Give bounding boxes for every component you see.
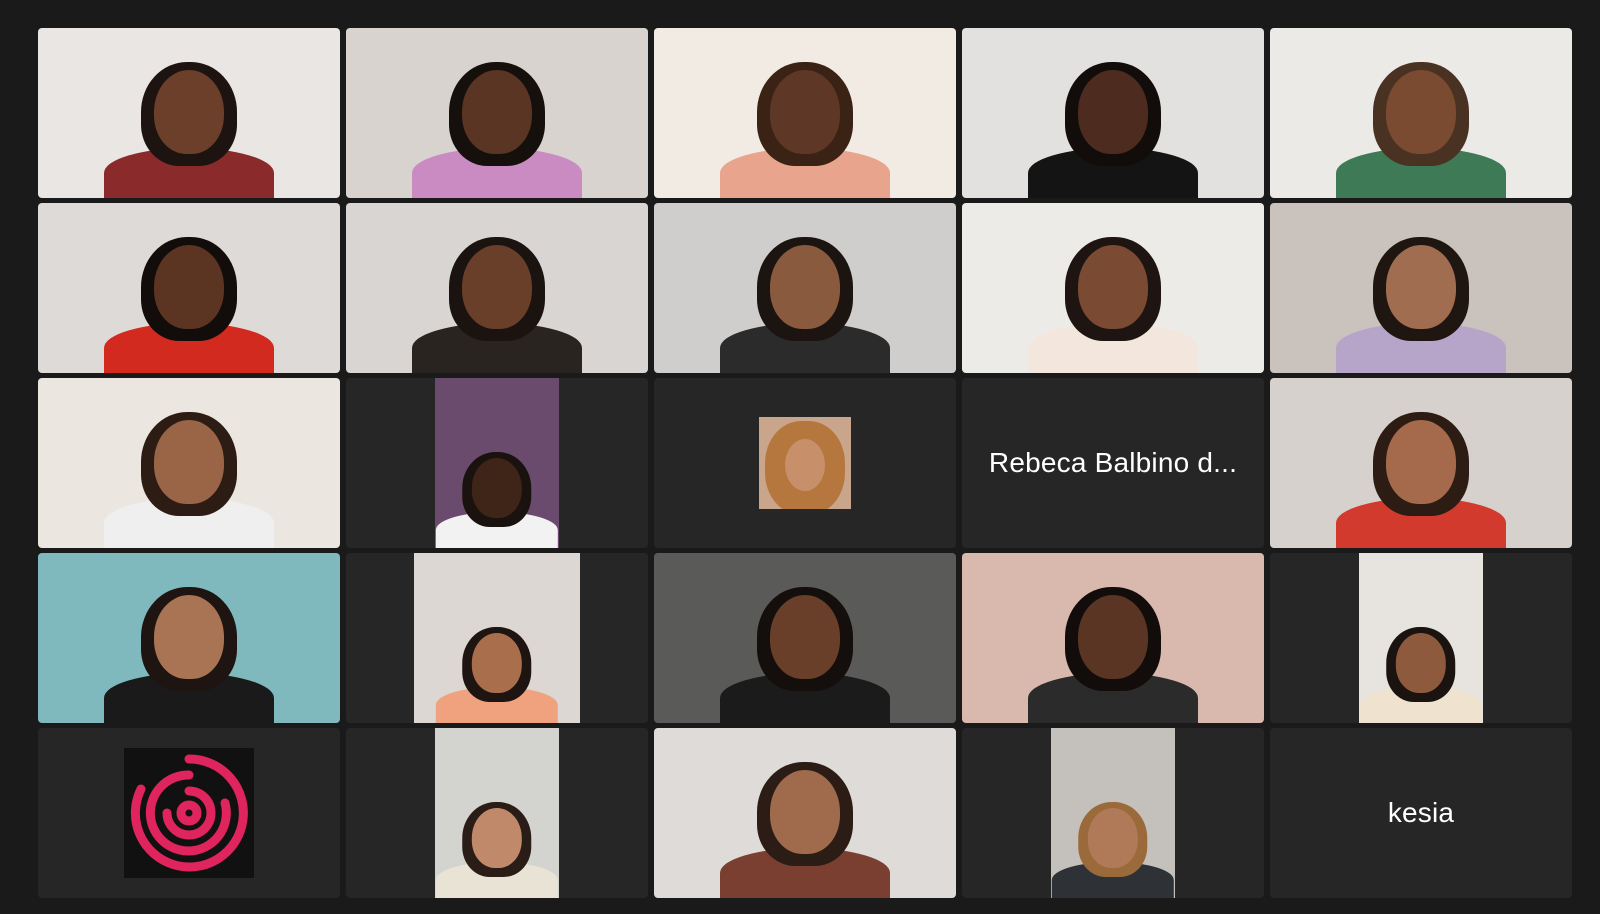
participant-tile[interactable]: [654, 553, 956, 723]
participant-video: [38, 553, 340, 723]
participant-tile[interactable]: [346, 28, 648, 198]
participant-video: [1270, 378, 1572, 548]
participant-figure: [435, 451, 559, 548]
participant-tile[interactable]: [962, 28, 1264, 198]
participant-tile[interactable]: [654, 728, 956, 898]
participant-figure: [104, 587, 274, 723]
participant-tile[interactable]: [1270, 378, 1572, 548]
participant-figure: [1336, 237, 1506, 373]
participant-figure: [720, 62, 890, 198]
participant-tile[interactable]: [346, 203, 648, 373]
participant-tile[interactable]: [1270, 28, 1572, 198]
participant-figure: [435, 626, 559, 723]
participant-video: [38, 28, 340, 198]
participant-tile[interactable]: [38, 28, 340, 198]
participant-video: [654, 553, 956, 723]
participant-figure: [412, 62, 582, 198]
participant-video: [962, 203, 1264, 373]
participant-video: [1270, 28, 1572, 198]
participant-video: [346, 28, 648, 198]
participant-figure: [435, 801, 559, 898]
participant-video: [414, 553, 580, 723]
participant-tile[interactable]: [346, 728, 648, 898]
participant-video: [435, 378, 559, 548]
participant-figure: [104, 237, 274, 373]
participant-figure: [720, 762, 890, 898]
participant-figure: [1336, 412, 1506, 548]
participant-figure: [104, 62, 274, 198]
participant-tile[interactable]: [962, 553, 1264, 723]
participant-figure: [104, 412, 274, 548]
participant-tile[interactable]: [1270, 553, 1572, 723]
participant-tile[interactable]: kesia: [1270, 728, 1572, 898]
participant-video: [654, 203, 956, 373]
participant-tile[interactable]: [346, 553, 648, 723]
participant-figure: [1028, 587, 1198, 723]
participant-tile[interactable]: Rebeca Balbino d...: [962, 378, 1264, 548]
participant-figure: [720, 587, 890, 723]
participant-tile[interactable]: [1270, 203, 1572, 373]
participant-figure: [1051, 801, 1175, 898]
participant-video: [38, 378, 340, 548]
participant-figure: [1336, 62, 1506, 198]
participant-video: [38, 203, 340, 373]
participant-video: [1270, 203, 1572, 373]
participant-name: kesia: [1387, 797, 1455, 828]
participant-figure: [1359, 626, 1483, 723]
participant-tile[interactable]: [654, 203, 956, 373]
participant-figure: [720, 237, 890, 373]
participant-video: [962, 28, 1264, 198]
participant-figure: [412, 237, 582, 373]
participant-video: [654, 728, 956, 898]
participant-tile[interactable]: [654, 28, 956, 198]
participant-video: [654, 28, 956, 198]
participant-name: Rebeca Balbino d...: [988, 447, 1238, 478]
participant-video: [435, 728, 559, 898]
participant-tile[interactable]: [38, 378, 340, 548]
participant-tile[interactable]: [38, 203, 340, 373]
participant-figure: [1028, 62, 1198, 198]
participant-video: [346, 203, 648, 373]
participant-video: [1051, 728, 1175, 898]
participant-tile[interactable]: [38, 553, 340, 723]
participant-tile[interactable]: [962, 728, 1264, 898]
participant-tile[interactable]: [962, 203, 1264, 373]
participant-tile[interactable]: [38, 728, 340, 898]
gallery-grid: Rebeca Balbino d... kesia: [38, 28, 1572, 900]
profile-picture: [759, 417, 851, 509]
participant-video: [962, 553, 1264, 723]
participant-video: [1359, 553, 1483, 723]
participant-tile[interactable]: [654, 378, 956, 548]
participant-tile[interactable]: [346, 378, 648, 548]
profile-logo-icon: [124, 748, 254, 878]
participant-figure: [1028, 237, 1198, 373]
